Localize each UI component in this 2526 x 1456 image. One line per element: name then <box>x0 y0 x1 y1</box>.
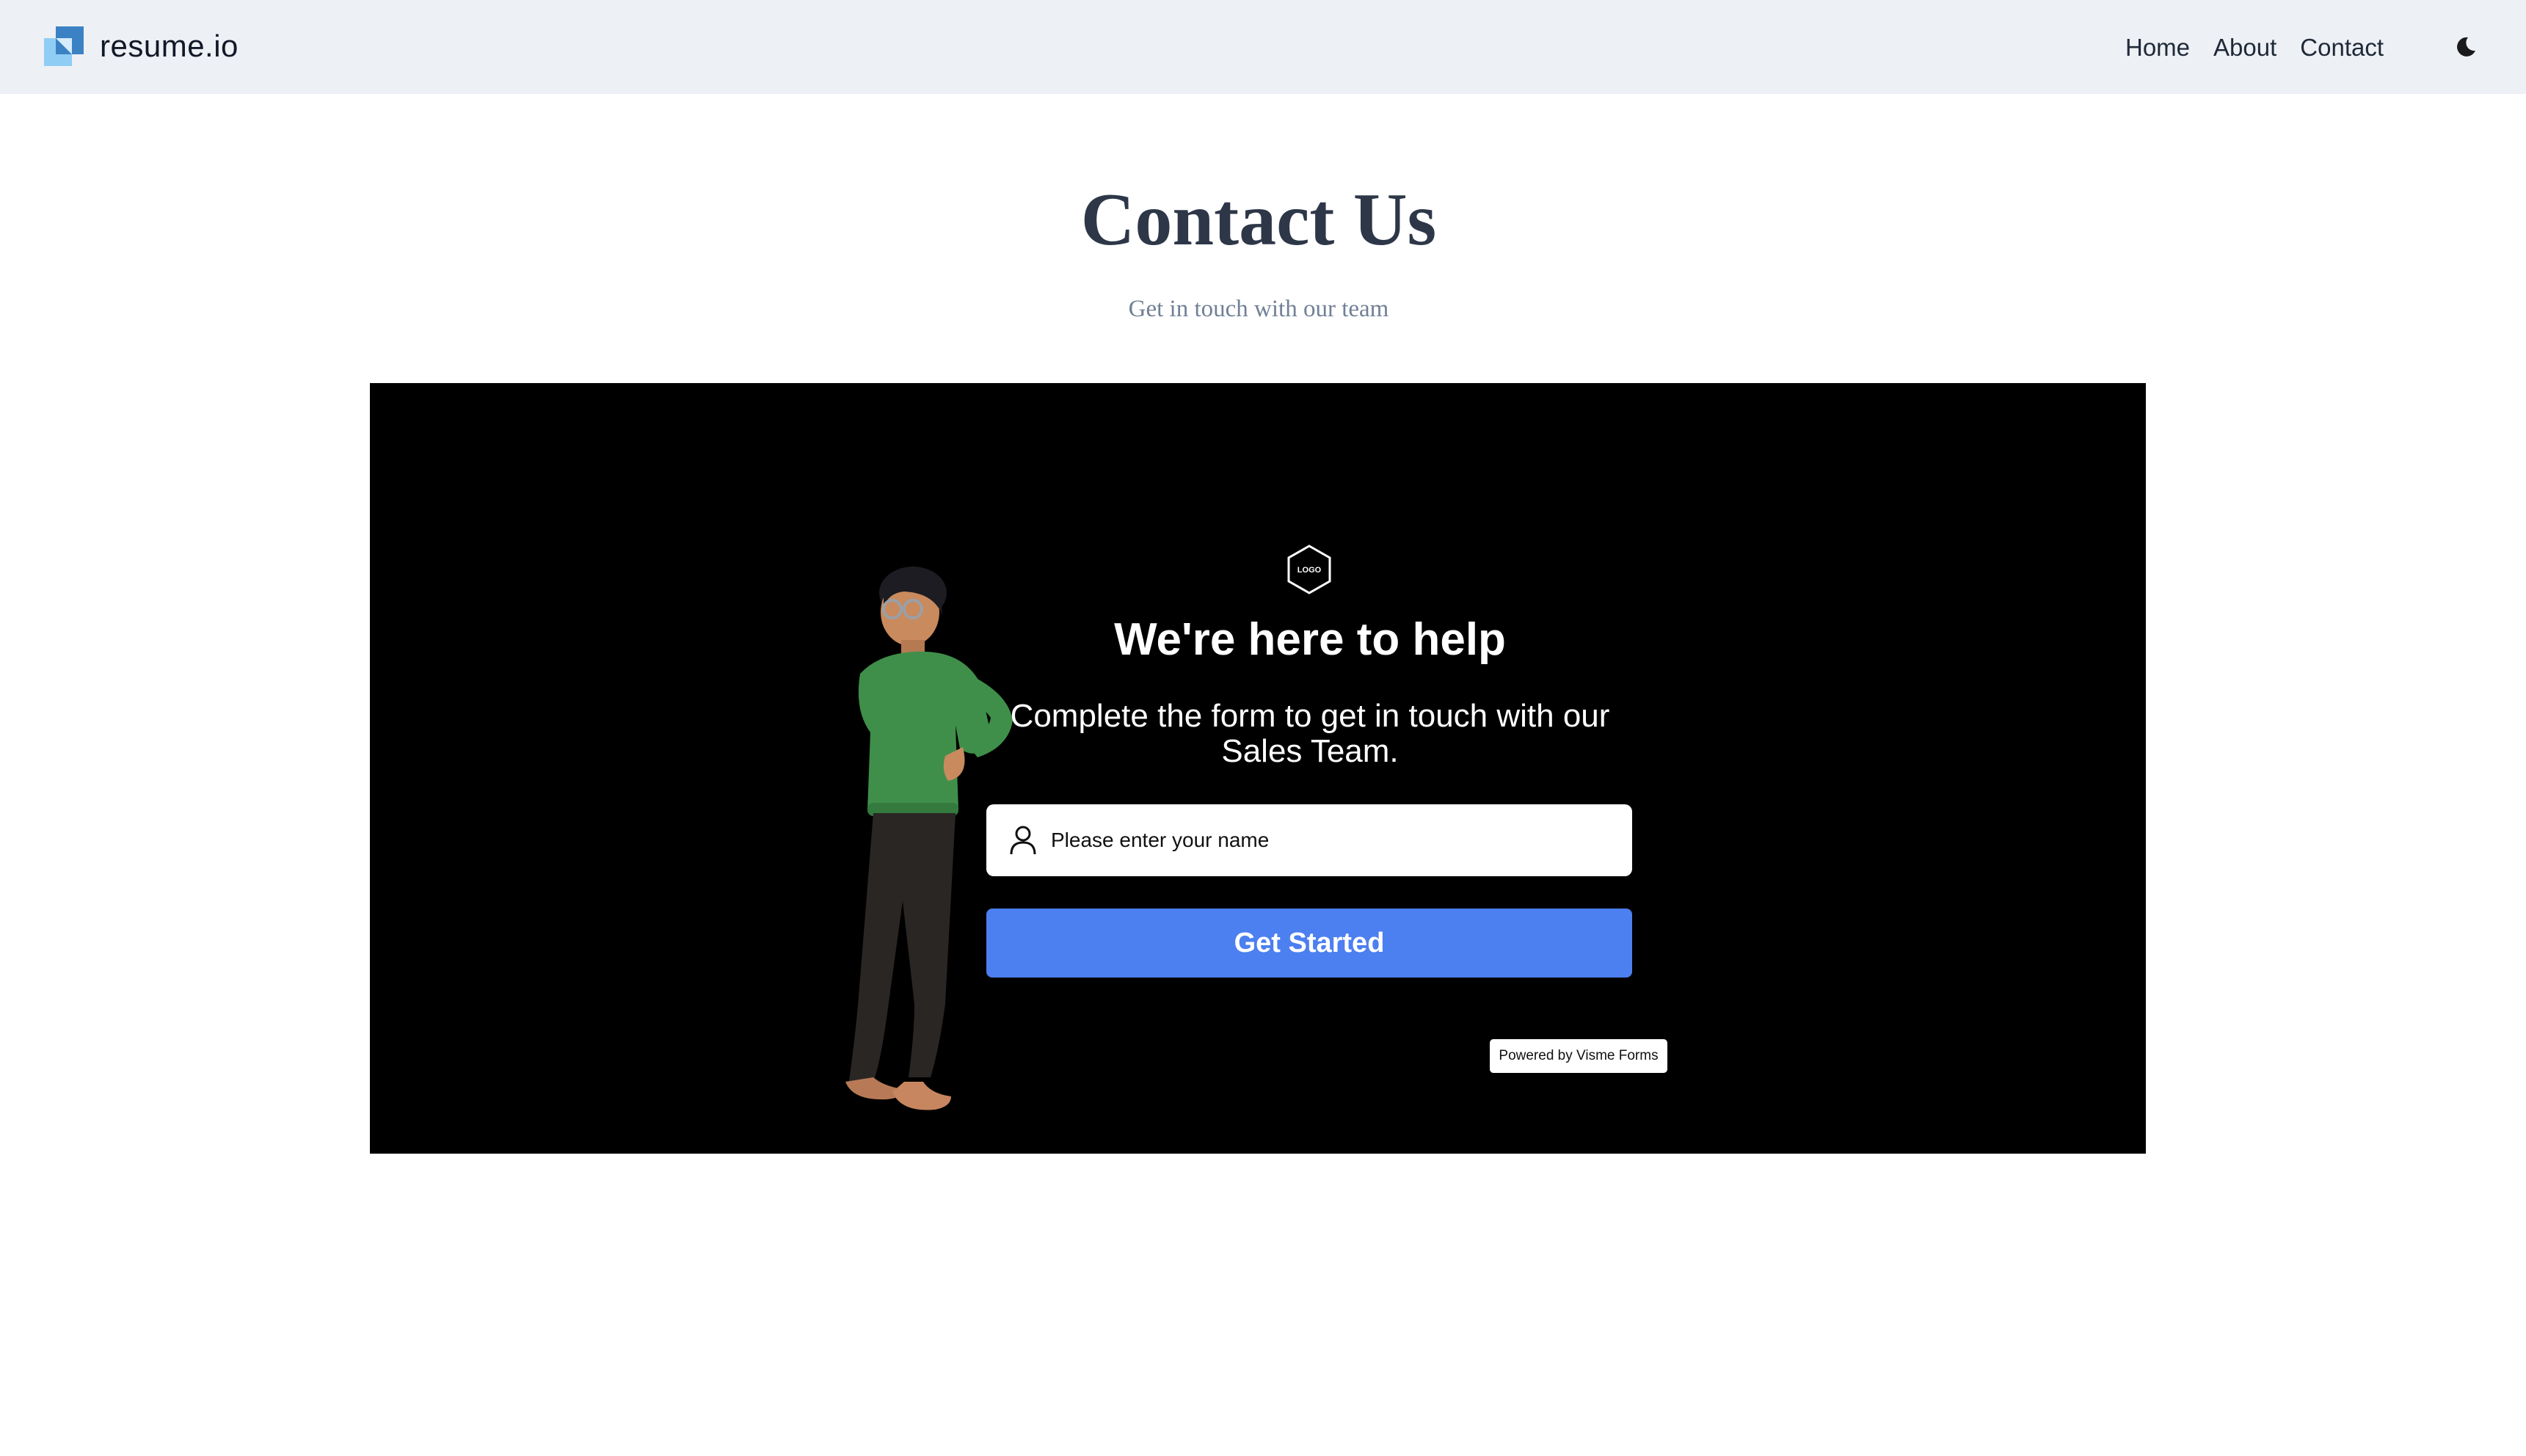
nav-link-about[interactable]: About <box>2213 29 2276 66</box>
theme-toggle-button[interactable] <box>2451 32 2480 62</box>
nav-links: Home About Contact <box>2125 29 2384 66</box>
hexagon-logo-icon: LOGO <box>1287 545 1331 594</box>
brand-link[interactable]: resume.io <box>44 26 239 66</box>
name-field[interactable] <box>986 804 1632 876</box>
name-input[interactable] <box>1051 829 1623 852</box>
page-title: Contact Us <box>1080 178 1437 261</box>
brand-name: resume.io <box>100 29 239 63</box>
page-subtitle: Get in touch with our team <box>1128 296 1389 322</box>
form-logo-text: LOGO <box>1297 566 1322 575</box>
contact-form-embed: LOGO We're here to help Complete the for… <box>370 383 2146 1154</box>
nav-link-contact[interactable]: Contact <box>2300 29 2384 66</box>
form-description: Complete the form to get in touch with o… <box>1010 698 1610 769</box>
form-heading: We're here to help <box>1114 614 1506 665</box>
powered-by-visme-link[interactable]: Powered by Visme Forms <box>1490 1039 1667 1073</box>
nav-link-home[interactable]: Home <box>2125 29 2190 66</box>
person-icon <box>1010 826 1036 855</box>
navbar: resume.io Home About Contact <box>0 0 2526 94</box>
get-started-button[interactable]: Get Started <box>986 909 1632 978</box>
resume-io-logo-icon <box>44 26 84 66</box>
moon-icon <box>2457 37 2475 57</box>
